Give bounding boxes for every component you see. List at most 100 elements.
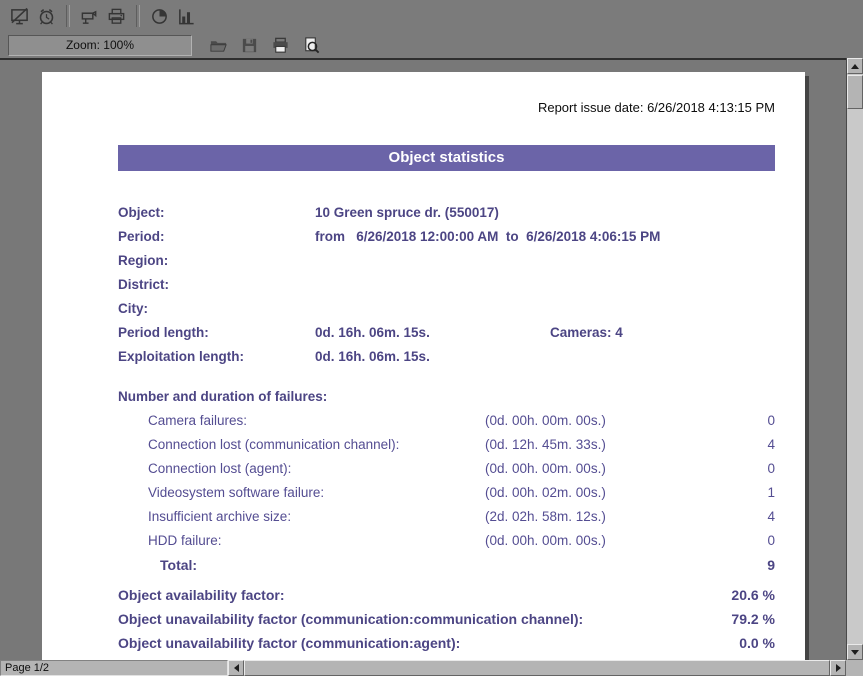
bar-chart-icon: [177, 7, 196, 26]
factors-section: Object availability factor: 20.6 % Objec…: [118, 583, 775, 660]
monitor-off-icon: [10, 7, 29, 26]
save-report-button[interactable]: [237, 34, 262, 56]
arrow-up-icon: [851, 64, 859, 69]
failure-count: 0: [715, 529, 775, 553]
field-label: City:: [118, 297, 315, 321]
failure-row: Connection lost (agent): (0d. 00h. 00m. …: [118, 457, 775, 481]
scrollbar-corner: [846, 660, 863, 676]
cameras-count: Cameras: 4: [550, 321, 623, 345]
zoom-level[interactable]: Zoom: 100%: [8, 35, 192, 56]
failure-label: HDD failure:: [148, 529, 485, 553]
report-title: Object statistics: [118, 145, 775, 171]
toolbar-separator: [136, 5, 140, 27]
field-label: Period:: [118, 225, 315, 249]
status-bar: Page 1/2: [0, 660, 863, 676]
failure-count: 0: [715, 457, 775, 481]
failure-duration: (0d. 00h. 00m. 00s.): [485, 409, 715, 433]
failures-heading: Number and duration of failures:: [118, 385, 775, 409]
failure-duration: (0d. 00h. 02m. 00s.): [485, 481, 715, 505]
field-label: Object:: [118, 201, 315, 225]
failure-label: Connection lost (communication channel):: [148, 433, 485, 457]
preview-button[interactable]: [299, 34, 324, 56]
field-label: Region:: [118, 249, 315, 273]
report-toolbar: Zoom: 100%: [0, 32, 863, 58]
camera-button[interactable]: [76, 3, 103, 29]
save-icon: [240, 36, 259, 55]
failure-duration: (2d. 02h. 58m. 12s.): [485, 505, 715, 529]
field-label: District:: [118, 273, 315, 297]
arrow-left-icon: [234, 664, 239, 672]
failure-row: Connection lost (communication channel):…: [118, 433, 775, 457]
factor-label: Object unavailability factor (communicat…: [118, 631, 705, 655]
print-report-button[interactable]: [268, 34, 293, 56]
field-value: 0d. 16h. 06m. 15s.: [315, 345, 430, 369]
failure-row: Insufficient archive size: (2d. 02h. 58m…: [118, 505, 775, 529]
vertical-scrollbar[interactable]: [846, 58, 863, 660]
failure-count: 0: [715, 409, 775, 433]
alarm-clock-icon: [37, 7, 56, 26]
report-viewer-window: Zoom: 100% Report issue date: 6/26/20: [0, 0, 863, 676]
main-toolbar: [0, 0, 863, 32]
field-row-period-length: Period length: 0d. 16h. 06m. 15s. Camera…: [118, 321, 775, 345]
arrow-down-icon: [851, 650, 859, 655]
failure-count: 1: [715, 481, 775, 505]
printer-button[interactable]: [103, 3, 130, 29]
field-label: Exploitation length:: [118, 345, 315, 369]
arrow-right-icon: [836, 664, 841, 672]
report-issue-date: Report issue date: 6/26/2018 4:13:15 PM: [118, 100, 775, 115]
failure-duration: (0d. 12h. 45m. 33s.): [485, 433, 715, 457]
bar-chart-button[interactable]: [173, 3, 200, 29]
report-viewport: Report issue date: 6/26/2018 4:13:15 PM …: [0, 58, 846, 660]
failure-label: Videosystem software failure:: [148, 481, 485, 505]
horizontal-scrollbar[interactable]: [228, 660, 846, 676]
horizontal-scroll-thumb[interactable]: [244, 660, 830, 676]
failure-count: 4: [715, 505, 775, 529]
field-row-district: District:: [118, 273, 775, 297]
field-value: 10 Green spruce dr. (550017): [315, 201, 499, 225]
scroll-left-button[interactable]: [228, 660, 244, 676]
field-row-region: Region:: [118, 249, 775, 273]
field-value: 0d. 16h. 06m. 15s.: [315, 321, 550, 345]
field-label: Period length:: [118, 321, 315, 345]
total-label: Total:: [160, 553, 715, 577]
failure-duration: (0d. 00h. 00m. 00s.): [485, 457, 715, 481]
alarm-clock-button[interactable]: [33, 3, 60, 29]
failure-label: Camera failures:: [148, 409, 485, 433]
failures-total-row: Total: 9: [118, 553, 775, 577]
factor-value: 20.6 %: [705, 583, 775, 607]
failures-table: Camera failures: (0d. 00h. 00m. 00s.) 0 …: [118, 409, 775, 577]
total-value: 9: [715, 553, 775, 577]
report-page: Report issue date: 6/26/2018 4:13:15 PM …: [42, 72, 805, 660]
field-value: from 6/26/2018 12:00:00 AM to 6/26/2018 …: [315, 225, 660, 249]
time-pie-button[interactable]: [146, 3, 173, 29]
scroll-up-button[interactable]: [847, 58, 863, 74]
report-content: Report issue date: 6/26/2018 4:13:15 PM …: [42, 72, 805, 660]
failure-label: Insufficient archive size:: [148, 505, 485, 529]
factor-row: Object unavailability factor (communicat…: [118, 631, 775, 655]
field-row-exploitation-length: Exploitation length: 0d. 16h. 06m. 15s.: [118, 345, 775, 369]
factor-value: 0.0 %: [705, 631, 775, 655]
failure-row: Camera failures: (0d. 00h. 00m. 00s.) 0: [118, 409, 775, 433]
print-icon: [271, 36, 290, 55]
open-report-button[interactable]: [206, 34, 231, 56]
failure-label: Connection lost (agent):: [148, 457, 485, 481]
page-indicator: Page 1/2: [0, 660, 228, 676]
scroll-down-button[interactable]: [847, 644, 863, 660]
scroll-right-button[interactable]: [830, 660, 846, 676]
open-folder-icon: [209, 36, 228, 55]
monitor-off-button[interactable]: [6, 3, 33, 29]
factor-label: Object unavailability factor (communicat…: [118, 607, 705, 631]
failure-count: 4: [715, 433, 775, 457]
preview-icon: [302, 36, 321, 55]
toolbar-separator: [66, 5, 70, 27]
report-fields: Object: 10 Green spruce dr. (550017) Per…: [118, 201, 775, 369]
field-row-period: Period: from 6/26/2018 12:00:00 AM to 6/…: [118, 225, 775, 249]
factor-row: Object availability factor: 20.6 %: [118, 583, 775, 607]
vertical-scroll-thumb[interactable]: [847, 75, 863, 109]
printer-icon: [107, 7, 126, 26]
failure-row: Videosystem software failure: (0d. 00h. …: [118, 481, 775, 505]
field-row-object: Object: 10 Green spruce dr. (550017): [118, 201, 775, 225]
factor-value: 79.2 %: [705, 607, 775, 631]
factor-row: Object unavailability factor (communicat…: [118, 607, 775, 631]
camera-icon: [80, 7, 99, 26]
